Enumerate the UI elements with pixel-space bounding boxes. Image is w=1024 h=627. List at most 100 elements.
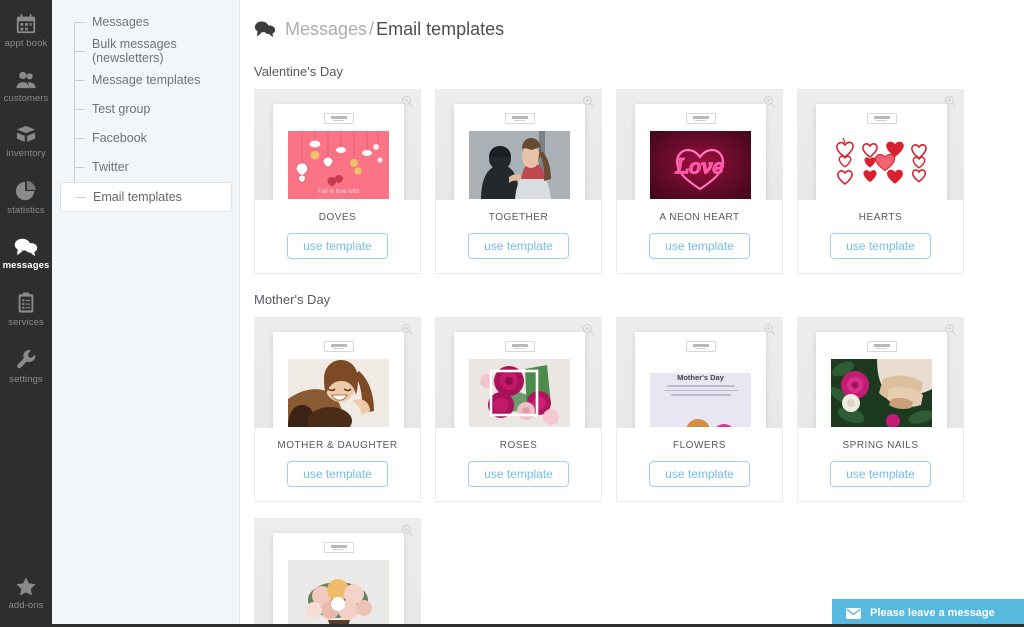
rail-item-statistics[interactable]: statistics bbox=[0, 173, 52, 222]
speech-bubbles-icon bbox=[14, 237, 38, 257]
sidebar-item-label: Message templates bbox=[92, 73, 201, 87]
sidebar-item-label: Email templates bbox=[93, 190, 182, 204]
primary-nav-rail: appt book customers inventory statistics… bbox=[0, 0, 52, 627]
artwork-bouquet bbox=[288, 560, 389, 627]
template-title: DOVES bbox=[318, 212, 357, 223]
template-preview[interactable] bbox=[436, 318, 601, 428]
boxes-icon bbox=[15, 125, 37, 145]
rail-item-add-ons[interactable]: add-ons bbox=[0, 569, 52, 617]
use-template-button[interactable]: use template bbox=[830, 233, 931, 259]
sidebar-item-messages[interactable]: Messages bbox=[74, 8, 239, 36]
wrench-icon bbox=[16, 349, 36, 371]
use-template-button[interactable]: use template bbox=[830, 461, 931, 487]
rail-item-label: messages bbox=[2, 260, 50, 271]
email-sheet bbox=[816, 104, 947, 200]
secondary-nav-list: Messages Bulk messages (newsletters) Mes… bbox=[52, 8, 239, 212]
use-template-button[interactable]: use template bbox=[468, 233, 569, 259]
template-card-roses[interactable]: ROSES use template bbox=[435, 317, 602, 502]
logo-badge bbox=[323, 542, 354, 553]
section-title: Mother's Day bbox=[254, 292, 331, 307]
template-card-doves[interactable]: Fall in love with DOVES use template bbox=[254, 89, 421, 274]
template-title: HEARTS bbox=[858, 212, 903, 223]
template-card-bouquet[interactable] bbox=[254, 518, 421, 627]
artwork-spring-nails bbox=[831, 359, 932, 427]
template-card-spring-nails[interactable]: SPRING NAILS use template bbox=[797, 317, 964, 502]
template-title: ROSES bbox=[499, 440, 538, 451]
breadcrumb-parent[interactable]: Messages bbox=[285, 19, 367, 39]
logo-badge bbox=[685, 113, 716, 124]
chat-widget[interactable]: Please leave a message bbox=[832, 599, 1024, 627]
artwork-caption: Fall in love with bbox=[317, 189, 359, 195]
magnifier-plus-icon[interactable] bbox=[763, 95, 776, 108]
sidebar-item-test-group[interactable]: Test group bbox=[74, 95, 239, 123]
rail-item-inventory[interactable]: inventory bbox=[0, 118, 52, 165]
template-thumbnail bbox=[288, 560, 389, 627]
template-preview[interactable]: Love Love bbox=[617, 90, 782, 200]
sidebar-item-bulk-messages[interactable]: Bulk messages (newsletters) bbox=[74, 37, 239, 65]
sidebar-item-email-templates[interactable]: Email templates bbox=[60, 182, 232, 212]
email-sheet: Mother's Day bbox=[635, 332, 766, 428]
template-preview[interactable]: Fall in love with bbox=[255, 90, 420, 200]
template-preview[interactable] bbox=[255, 519, 420, 627]
magnifier-plus-icon[interactable] bbox=[944, 95, 957, 108]
template-card-flowers[interactable]: Mother's Day FLOWERS use template bbox=[616, 317, 783, 502]
use-template-button[interactable]: use template bbox=[287, 461, 388, 487]
template-thumbnail bbox=[831, 131, 932, 199]
artwork-caption: Love bbox=[650, 192, 751, 198]
magnifier-plus-icon[interactable] bbox=[582, 95, 595, 108]
template-thumbnail: Love Love bbox=[650, 131, 751, 199]
template-thumbnail: Fall in love with bbox=[288, 131, 389, 199]
artwork-flowers: Mother's Day bbox=[650, 373, 751, 427]
sidebar-item-label: Facebook bbox=[92, 131, 147, 145]
template-preview[interactable] bbox=[255, 318, 420, 428]
magnifier-plus-icon[interactable] bbox=[401, 323, 414, 336]
template-title: TOGETHER bbox=[488, 212, 549, 223]
template-preview[interactable] bbox=[436, 90, 601, 200]
rail-item-customers[interactable]: customers bbox=[0, 63, 52, 110]
rail-item-settings[interactable]: settings bbox=[0, 342, 52, 391]
artwork-doves: Fall in love with bbox=[288, 131, 389, 199]
artwork-roses bbox=[469, 359, 570, 427]
template-preview[interactable] bbox=[798, 90, 963, 200]
rail-item-appt-book[interactable]: appt book bbox=[0, 6, 52, 55]
rail-item-label: inventory bbox=[6, 148, 46, 159]
logo-badge bbox=[866, 113, 897, 124]
sidebar-item-message-templates[interactable]: Message templates bbox=[74, 66, 239, 94]
page-header: Messages / Email templates bbox=[240, 0, 1024, 46]
sidebar-item-twitter[interactable]: Twitter bbox=[74, 153, 239, 181]
magnifier-plus-icon[interactable] bbox=[582, 323, 595, 336]
template-preview[interactable] bbox=[798, 318, 963, 428]
template-preview[interactable]: Mother's Day bbox=[617, 318, 782, 428]
sidebar-item-label: Messages bbox=[92, 15, 149, 29]
rail-item-services[interactable]: services bbox=[0, 285, 52, 334]
email-sheet bbox=[454, 104, 585, 200]
logo-badge bbox=[323, 113, 354, 124]
email-sheet bbox=[454, 332, 585, 428]
artwork-neon-heart: Love Love bbox=[650, 131, 751, 199]
envelope-icon bbox=[846, 607, 861, 619]
rail-item-messages[interactable]: messages bbox=[0, 230, 52, 277]
logo-badge bbox=[504, 341, 535, 352]
template-card-a-neon-heart[interactable]: Love Love A NEON HEART use template bbox=[616, 89, 783, 274]
use-template-button[interactable]: use template bbox=[649, 233, 750, 259]
use-template-button[interactable]: use template bbox=[287, 233, 388, 259]
use-template-button[interactable]: use template bbox=[649, 461, 750, 487]
template-card-mother-daughter[interactable]: MOTHER & DAUGHTER use template bbox=[254, 317, 421, 502]
logo-badge bbox=[866, 341, 897, 352]
sidebar-item-label: Test group bbox=[92, 102, 151, 116]
magnifier-plus-icon[interactable] bbox=[401, 95, 414, 108]
artwork-heading: Mother's Day bbox=[677, 373, 724, 382]
template-title: FLOWERS bbox=[673, 440, 726, 451]
magnifier-plus-icon[interactable] bbox=[401, 524, 414, 537]
magnifier-plus-icon[interactable] bbox=[763, 323, 776, 336]
magnifier-plus-icon[interactable] bbox=[944, 323, 957, 336]
section-title: Valentine's Day bbox=[254, 64, 343, 79]
template-card-hearts[interactable]: HEARTS use template bbox=[797, 89, 964, 274]
template-card-together[interactable]: TOGETHER use template bbox=[435, 89, 602, 274]
rail-item-label: settings bbox=[9, 374, 43, 385]
rail-item-label: appt book bbox=[4, 38, 48, 49]
template-title: SPRING NAILS bbox=[842, 440, 919, 451]
sidebar-item-facebook[interactable]: Facebook bbox=[74, 124, 239, 152]
use-template-button[interactable]: use template bbox=[468, 461, 569, 487]
email-sheet bbox=[816, 332, 947, 428]
